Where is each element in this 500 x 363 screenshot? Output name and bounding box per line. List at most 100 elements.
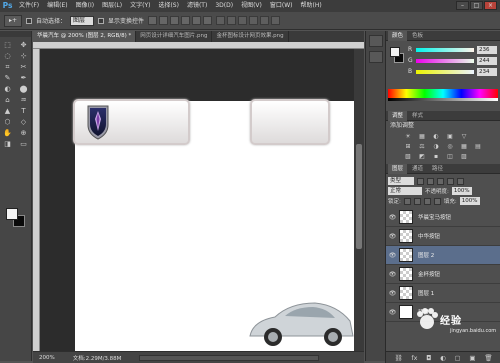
pen-tool-icon[interactable]: ✒ bbox=[17, 73, 30, 84]
distribute-vcenter-icon[interactable] bbox=[227, 16, 237, 25]
zoom-level[interactable]: 200% bbox=[39, 355, 55, 361]
lock-pixels-icon[interactable] bbox=[413, 197, 421, 205]
type-tool-icon[interactable]: T bbox=[17, 106, 30, 117]
tab-channels[interactable]: 通道 bbox=[408, 164, 427, 174]
zoom-tool-icon[interactable]: ⊕ bbox=[17, 128, 30, 139]
channel-g-slider[interactable] bbox=[416, 58, 474, 63]
history-brush-tool-icon[interactable]: ♒ bbox=[17, 95, 30, 106]
menu-item-help[interactable]: 帮助(H) bbox=[297, 0, 326, 12]
filter-type-icon[interactable] bbox=[437, 177, 444, 185]
hue-saturation-icon[interactable]: ⊞ bbox=[403, 143, 413, 151]
foreground-color-swatch[interactable] bbox=[6, 208, 18, 220]
exposure-icon[interactable]: ▣ bbox=[445, 133, 455, 141]
menu-item-layer[interactable]: 图层(L) bbox=[98, 0, 126, 12]
visibility-eye-icon[interactable]: 👁 bbox=[386, 214, 399, 221]
blur-tool-icon[interactable]: ⬤ bbox=[17, 84, 30, 95]
menu-item-image[interactable]: 图像(I) bbox=[72, 0, 98, 12]
shape-tool-icon[interactable]: ◇ bbox=[17, 117, 30, 128]
invert-icon[interactable]: ▧ bbox=[403, 153, 413, 161]
distribute-left-icon[interactable] bbox=[249, 16, 259, 25]
visibility-eye-icon[interactable]: 👁 bbox=[386, 252, 399, 259]
distribute-hcenter-icon[interactable] bbox=[260, 16, 270, 25]
tab-document-3[interactable]: 金杯图标设计网页效果.png bbox=[212, 31, 289, 42]
menu-item-edit[interactable]: 编辑(E) bbox=[43, 0, 71, 12]
eraser-tool-icon[interactable]: ▲ bbox=[1, 106, 14, 117]
tab-document-1[interactable]: 华晨汽车 @ 200% (图层 2, RGB/8) * bbox=[33, 31, 137, 42]
lock-transparent-icon[interactable] bbox=[403, 197, 411, 205]
vertical-ruler[interactable] bbox=[33, 49, 40, 351]
slice-tool-icon[interactable]: ✂ bbox=[17, 62, 30, 73]
fill-input[interactable]: 100% bbox=[459, 197, 480, 205]
crop-tool-icon[interactable]: ⌗ bbox=[1, 62, 14, 73]
show-transform-checkbox[interactable] bbox=[98, 17, 105, 24]
hand-tool-icon[interactable]: ✋ bbox=[1, 128, 14, 139]
visibility-eye-icon[interactable]: 👁 bbox=[386, 309, 399, 316]
color-balance-icon[interactable]: ⚖ bbox=[417, 143, 427, 151]
stamp-tool-icon[interactable]: ⌂ bbox=[1, 95, 14, 106]
layer-row[interactable]: 👁 中华按钮 bbox=[386, 227, 500, 246]
posterize-icon[interactable]: ◩ bbox=[417, 153, 427, 161]
layer-row[interactable]: 👁 华晨宝马按钮 bbox=[386, 208, 500, 227]
align-left-icon[interactable] bbox=[181, 16, 191, 25]
tab-color[interactable]: 颜色 bbox=[388, 30, 408, 41]
menu-item-file[interactable]: 文件(F) bbox=[15, 0, 43, 12]
quick-select-tool-icon[interactable]: ⊹ bbox=[17, 51, 30, 62]
tab-styles[interactable]: 样式 bbox=[408, 111, 427, 121]
lasso-tool-icon[interactable]: ◌ bbox=[1, 51, 14, 62]
menu-item-3d[interactable]: 3D(D) bbox=[211, 0, 237, 12]
channel-g-value[interactable]: 244 bbox=[477, 56, 497, 65]
blend-mode-dropdown[interactable]: 正常 bbox=[388, 187, 422, 195]
align-right-icon[interactable] bbox=[203, 16, 213, 25]
layer-filter-dropdown[interactable]: 类型 bbox=[388, 177, 414, 185]
screen-mode-icon[interactable]: ▭ bbox=[17, 139, 30, 150]
distribute-top-icon[interactable] bbox=[216, 16, 226, 25]
color-fg-swatch[interactable] bbox=[390, 47, 400, 57]
filter-shape-icon[interactable] bbox=[447, 177, 454, 185]
filter-pixel-icon[interactable] bbox=[417, 177, 424, 185]
menu-item-type[interactable]: 文字(Y) bbox=[126, 0, 154, 12]
levels-icon[interactable]: ▦ bbox=[417, 133, 427, 141]
align-vcenter-icon[interactable] bbox=[159, 16, 169, 25]
properties-panel-icon[interactable] bbox=[368, 51, 383, 63]
scrollbar-thumb[interactable] bbox=[356, 144, 362, 249]
auto-select-dropdown[interactable]: 图层 bbox=[70, 15, 95, 26]
distribute-right-icon[interactable] bbox=[271, 16, 281, 25]
canvas[interactable] bbox=[73, 99, 354, 351]
tool-preset-picker[interactable]: ▸+ bbox=[4, 14, 22, 27]
menu-item-view[interactable]: 视图(V) bbox=[237, 0, 266, 12]
align-bottom-icon[interactable] bbox=[170, 16, 180, 25]
close-button[interactable]: × bbox=[484, 1, 497, 10]
photo-filter-icon[interactable]: ◎ bbox=[445, 143, 455, 151]
horizontal-ruler[interactable] bbox=[33, 42, 364, 49]
history-panel-icon[interactable] bbox=[368, 35, 383, 47]
channel-mixer-icon[interactable]: ▦ bbox=[459, 143, 469, 151]
align-top-icon[interactable] bbox=[148, 16, 158, 25]
black-white-icon[interactable]: ◑ bbox=[431, 143, 441, 151]
opacity-input[interactable]: 100% bbox=[451, 187, 472, 195]
color-spectrum[interactable] bbox=[388, 89, 498, 98]
layer-row[interactable]: 👁 金杯按钮 bbox=[386, 265, 500, 284]
new-group-icon[interactable]: ▢ bbox=[455, 354, 461, 362]
align-hcenter-icon[interactable] bbox=[192, 16, 202, 25]
tab-document-2[interactable]: 网页设计详细汽车图片.png bbox=[136, 31, 213, 42]
brightness-contrast-icon[interactable]: ☀ bbox=[403, 133, 413, 141]
delete-layer-icon[interactable]: 🗑 bbox=[484, 354, 492, 362]
tab-paths[interactable]: 路径 bbox=[428, 164, 447, 174]
new-layer-icon[interactable]: ▣ bbox=[469, 354, 475, 362]
vibrance-icon[interactable]: ▽ bbox=[459, 133, 469, 141]
channel-b-value[interactable]: 234 bbox=[477, 67, 497, 76]
layer-row-selected[interactable]: 👁 图层 2 bbox=[386, 246, 500, 265]
path-select-tool-icon[interactable]: ⬡ bbox=[1, 117, 14, 128]
horizontal-scrollbar[interactable] bbox=[139, 354, 320, 361]
quick-mask-icon[interactable]: ◨ bbox=[1, 139, 14, 150]
distribute-bottom-icon[interactable] bbox=[238, 16, 248, 25]
visibility-eye-icon[interactable]: 👁 bbox=[386, 290, 399, 297]
menu-item-filter[interactable]: 滤镜(T) bbox=[183, 0, 211, 12]
curves-icon[interactable]: ◐ bbox=[431, 133, 441, 141]
layer-style-icon[interactable]: fx bbox=[411, 354, 417, 362]
visibility-eye-icon[interactable]: 👁 bbox=[386, 233, 399, 240]
brush-tool-icon[interactable]: ✎ bbox=[1, 73, 14, 84]
color-lookup-icon[interactable]: ▤ bbox=[473, 143, 483, 151]
color-ramp[interactable] bbox=[388, 98, 498, 101]
marquee-tool-icon[interactable]: ⬚ bbox=[1, 40, 14, 51]
